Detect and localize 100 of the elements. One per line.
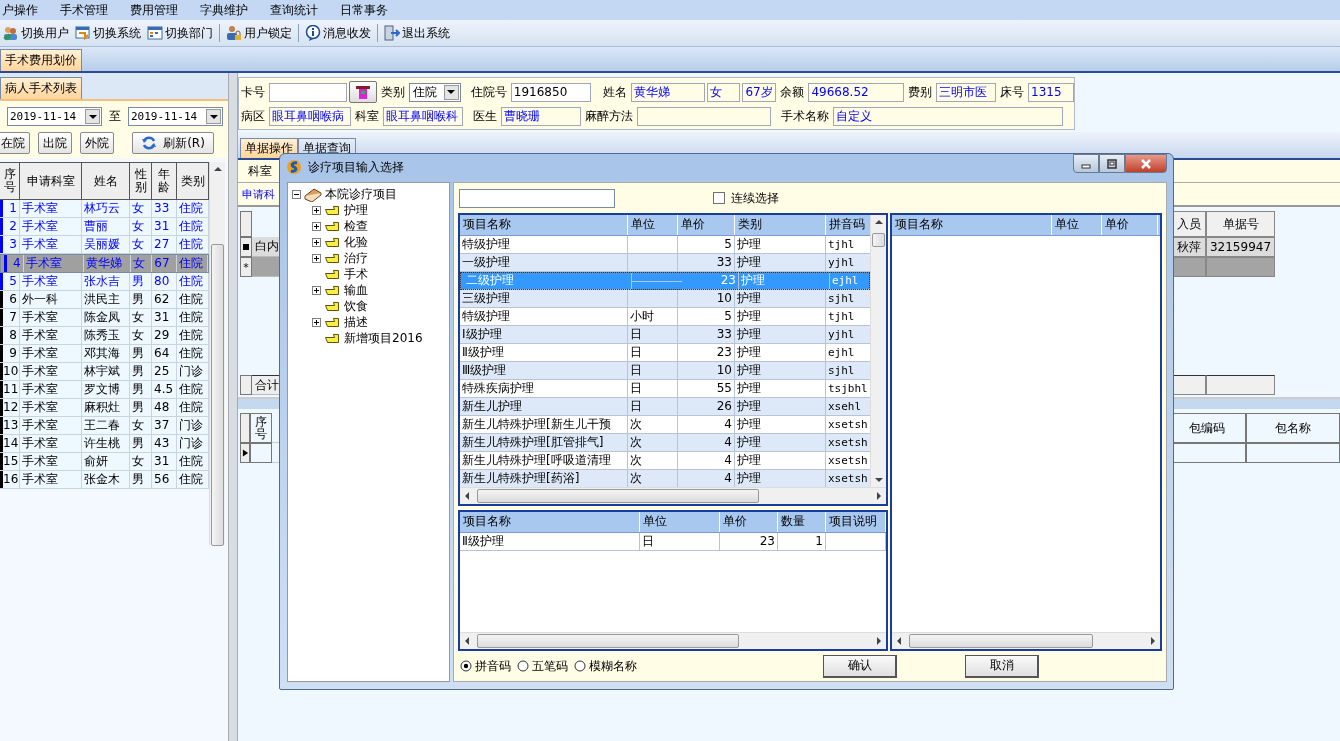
- column-header[interactable]: 数量: [778, 512, 826, 532]
- checkbox-icon[interactable]: [713, 192, 725, 204]
- tab[interactable]: 病人手术列表: [0, 77, 82, 99]
- menu-item[interactable]: 日常事务: [340, 1, 398, 19]
- expand-icon[interactable]: [312, 205, 321, 215]
- tab[interactable]: 单据操作: [240, 138, 298, 158]
- scrollbar[interactable]: [892, 632, 1160, 649]
- search-mode-radio[interactable]: 五笔码: [517, 657, 568, 675]
- table-row[interactable]: 12 手术室 麻积灶 男 48 住院: [0, 399, 209, 417]
- card-number-field[interactable]: [269, 82, 347, 102]
- name-field[interactable]: 黄华娣: [630, 82, 705, 102]
- search-field[interactable]: [459, 188, 615, 208]
- tree-item[interactable]: 饮食: [344, 298, 368, 314]
- toolbar-button[interactable]: 切换部门: [144, 22, 216, 44]
- expand-icon[interactable]: [312, 253, 321, 263]
- tree-item[interactable]: 描述: [344, 314, 368, 330]
- tree-item[interactable]: 输血: [344, 282, 368, 298]
- tab[interactable]: 手术费用划价: [0, 49, 82, 71]
- continuous-select-checkbox[interactable]: 连续选择: [713, 189, 779, 207]
- inpatient-number-field[interactable]: 1916850: [510, 82, 591, 102]
- doctor-field[interactable]: 曹晓珊: [501, 106, 581, 126]
- column-header[interactable]: 姓名: [82, 163, 130, 199]
- table-row[interactable]: 7 手术室 陈金凤 女 31 住院: [0, 309, 209, 327]
- tree-item[interactable]: 检查: [344, 218, 368, 234]
- column-header[interactable]: 类别: [735, 215, 826, 235]
- column-header[interactable]: 单价: [678, 215, 735, 235]
- table-row[interactable]: 2 手术室 曹丽 女 31 住院: [0, 218, 209, 236]
- age-field[interactable]: 67岁: [742, 82, 777, 102]
- ward-field[interactable]: 眼耳鼻咽喉病: [269, 106, 351, 126]
- table-row[interactable]: 1 手术室 林巧云 女 33 住院: [0, 200, 209, 218]
- column-header[interactable]: 入员: [1172, 211, 1206, 237]
- minimize-button[interactable]: [1073, 154, 1099, 173]
- filter-button[interactable]: 在院: [0, 132, 30, 154]
- menu-item[interactable]: 手术管理: [60, 1, 118, 19]
- column-header[interactable]: 单价: [720, 512, 778, 532]
- scrollbar[interactable]: [460, 487, 886, 504]
- tree-item[interactable]: 本院诊疗项目: [325, 186, 397, 202]
- tree-item[interactable]: 新增项目2016: [344, 330, 423, 346]
- maximize-button[interactable]: [1099, 154, 1125, 173]
- column-header[interactable]: 项目说明: [826, 512, 886, 532]
- tree-item[interactable]: 护理: [344, 202, 368, 218]
- tree-item[interactable]: 手术: [344, 266, 368, 282]
- column-header[interactable]: 项目名称: [892, 215, 1052, 235]
- toolbar-button[interactable]: 切换系统: [72, 22, 144, 44]
- column-header[interactable]: 序号: [0, 163, 20, 199]
- refresh-button[interactable]: 刷新(R): [132, 132, 214, 154]
- column-header[interactable]: 申请科室: [20, 163, 82, 199]
- table-row[interactable]: 10 手术室 林宇斌 男 25 门诊: [0, 363, 209, 381]
- tree-item[interactable]: 化验: [344, 234, 368, 250]
- menu-item[interactable]: 户操作: [2, 1, 48, 19]
- balance-field[interactable]: 49668.52: [808, 82, 905, 102]
- collapse-icon[interactable]: [292, 189, 301, 199]
- expand-icon[interactable]: [312, 317, 321, 327]
- column-header[interactable]: 序号: [250, 413, 272, 443]
- scrollbar[interactable]: [870, 215, 886, 487]
- surgery-name-field[interactable]: 自定义: [833, 106, 1063, 126]
- column-header[interactable]: 包名称: [1246, 413, 1340, 443]
- date-field[interactable]: 2019-11-14: [7, 107, 102, 126]
- anesthesia-field[interactable]: [637, 106, 771, 126]
- column-header[interactable]: 单位: [640, 512, 720, 532]
- table-row[interactable]: 15 手术室 俞妍 女 31 住院: [0, 453, 209, 471]
- menu-item[interactable]: 查询统计: [270, 1, 328, 19]
- table-row[interactable]: 9 手术室 邓其海 男 64 住院: [0, 345, 209, 363]
- radio-icon[interactable]: [460, 660, 472, 672]
- column-header[interactable]: 性别: [130, 163, 152, 199]
- column-header[interactable]: 单据号: [1206, 211, 1275, 237]
- bed-field[interactable]: 1315: [1028, 82, 1074, 102]
- card-reader-button[interactable]: [349, 81, 377, 103]
- radio-icon[interactable]: [517, 660, 529, 672]
- column-header[interactable]: 单价: [1102, 215, 1158, 235]
- column-header[interactable]: 项目名称: [460, 215, 628, 235]
- dialog-button[interactable]: 取消: [965, 654, 1039, 678]
- toolbar-button[interactable]: 消息收发: [302, 22, 374, 44]
- table-row[interactable]: 3 手术室 吴丽媛 女 27 住院: [0, 236, 209, 254]
- table-row[interactable]: 14 手术室 许生桃 男 43 门诊: [0, 435, 209, 453]
- menu-item[interactable]: 字典维护: [200, 1, 258, 19]
- scrollbar[interactable]: [209, 162, 225, 545]
- tree-item[interactable]: 治疗: [344, 250, 368, 266]
- table-row[interactable]: 16 手术室 张金木 男 56 住院: [0, 471, 209, 489]
- table-row[interactable]: 11 手术室 罗文博 男 4.5 住院: [0, 381, 209, 399]
- dialog-button[interactable]: 确认: [823, 654, 897, 678]
- column-header[interactable]: 单位: [628, 215, 678, 235]
- table-row[interactable]: 5 手术室 张水吉 男 80 住院: [0, 273, 209, 291]
- expand-icon[interactable]: [312, 285, 321, 295]
- menu-item[interactable]: 费用管理: [130, 1, 188, 19]
- scrollbar[interactable]: [460, 632, 886, 649]
- table-row[interactable]: 13 手术室 王二春 女 37 门诊: [0, 417, 209, 435]
- search-mode-radio[interactable]: 模糊名称: [574, 657, 637, 675]
- table-row[interactable]: 6 外一科 洪民主 男 62 住院: [0, 291, 209, 309]
- category-select[interactable]: 住院: [408, 82, 461, 102]
- filter-button[interactable]: 外院: [80, 132, 114, 154]
- sex-field[interactable]: 女: [706, 82, 741, 102]
- expand-icon[interactable]: [312, 237, 321, 247]
- department-field[interactable]: 眼耳鼻咽喉科: [383, 106, 463, 126]
- close-button[interactable]: [1125, 154, 1167, 173]
- toolbar-button[interactable]: 退出系统: [381, 22, 453, 44]
- fee-type-field[interactable]: 三明市医: [936, 82, 997, 102]
- table-row[interactable]: 8 手术室 陈秀玉 女 29 住院: [0, 327, 209, 345]
- toolbar-button[interactable]: 用户锁定: [223, 22, 295, 44]
- column-header[interactable]: 年龄: [152, 163, 177, 199]
